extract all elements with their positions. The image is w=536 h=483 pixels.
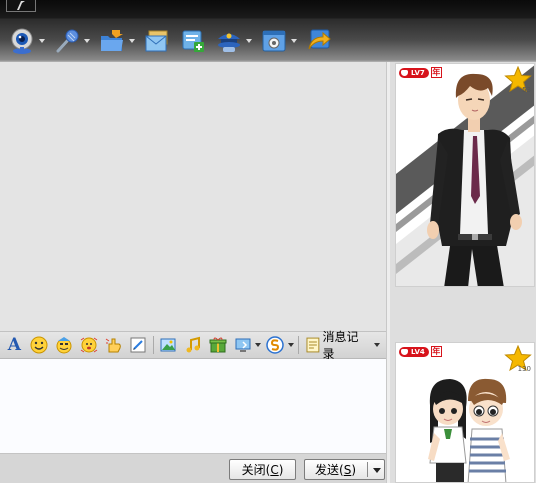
logo-icon <box>17 1 25 10</box>
separator <box>152 336 154 354</box>
screenshot-icon <box>235 338 251 352</box>
create-group-button[interactable] <box>179 24 207 58</box>
police-cap-icon <box>218 33 240 52</box>
chevron-down-icon[interactable] <box>246 39 252 43</box>
scribble-button[interactable] <box>128 335 149 356</box>
avatar-illustration <box>396 64 534 286</box>
chevron-down-icon[interactable] <box>254 343 261 347</box>
star-score: 130 <box>517 365 531 373</box>
smiley-icon <box>30 336 48 354</box>
year-badge: 年 <box>430 67 442 78</box>
close-button-label: 关闭 <box>241 463 266 477</box>
folder-icon <box>101 30 123 51</box>
message-display-area[interactable] <box>0 62 386 331</box>
self-avatar[interactable]: LV4 年 130 <box>395 342 535 483</box>
font-icon: A <box>7 335 21 355</box>
screen-capture-button[interactable] <box>232 335 253 356</box>
level-label: LV7 <box>399 67 429 78</box>
history-icon <box>306 337 320 353</box>
video-chat-button[interactable] <box>8 24 45 58</box>
chevron-down-icon[interactable] <box>129 39 135 43</box>
emoticon-button[interactable] <box>29 335 50 356</box>
add-doc-icon <box>182 30 204 52</box>
gift-icon <box>209 337 227 353</box>
window-toolbar <box>0 0 536 62</box>
font-button[interactable]: A <box>4 335 25 356</box>
send-button[interactable]: 发送(S) <box>304 459 385 480</box>
voice-chat-button[interactable] <box>53 24 90 58</box>
close-shortcut: C <box>270 462 279 477</box>
send-shortcut: S <box>343 462 352 477</box>
magic-emoticon-button[interactable] <box>54 335 75 356</box>
pen-icon <box>130 337 146 353</box>
send-button-label: 发送 <box>315 463 340 477</box>
soso-button[interactable] <box>265 335 286 356</box>
app-button[interactable] <box>215 24 252 58</box>
chevron-down-icon[interactable] <box>291 39 297 43</box>
message-history-button[interactable]: 消息记录 <box>303 330 386 361</box>
chevron-down-icon[interactable] <box>84 39 90 43</box>
format-toolbar: A 消息记录 <box>0 330 386 361</box>
magic-face-icon <box>56 337 72 354</box>
chevron-down-icon[interactable] <box>373 343 380 347</box>
music-button[interactable] <box>183 335 204 356</box>
send-image-button[interactable] <box>158 335 179 356</box>
level-label: LV4 <box>399 346 429 357</box>
nudge-button[interactable] <box>103 335 124 356</box>
app-logo <box>6 0 36 12</box>
chevron-down-icon[interactable] <box>287 343 294 347</box>
hand-icon <box>105 338 121 353</box>
mail-icon <box>145 30 168 52</box>
shake-button[interactable] <box>78 335 99 356</box>
message-input[interactable] <box>0 359 386 453</box>
avatar-panel: LV7 年 53 LV4 年 130 <box>390 62 536 483</box>
level-badge: LV4 年 <box>399 346 442 357</box>
transfer-icon <box>308 29 331 50</box>
separator <box>367 462 368 477</box>
year-badge: 年 <box>430 346 442 357</box>
chevron-down-icon[interactable] <box>39 39 45 43</box>
level-badge: LV7 年 <box>399 67 442 78</box>
settings-button[interactable] <box>260 24 297 58</box>
star-score: 53 <box>522 86 531 94</box>
webcam-icon <box>11 28 33 54</box>
send-message-button[interactable] <box>143 24 171 58</box>
close-button[interactable]: 关闭(C) <box>229 459 296 480</box>
contact-avatar[interactable]: LV7 年 53 <box>395 63 535 287</box>
microphone-icon <box>56 29 79 53</box>
transfer-button[interactable] <box>305 24 333 58</box>
music-icon <box>186 336 200 353</box>
send-file-button[interactable] <box>98 24 135 58</box>
image-icon <box>160 338 176 352</box>
settings-icon <box>262 30 286 52</box>
send-options-dropdown[interactable] <box>373 468 381 473</box>
separator <box>297 336 299 354</box>
soso-icon <box>266 336 285 354</box>
message-history-label: 消息记录 <box>322 330 359 361</box>
bottom-bar: 关闭(C) 发送(S) <box>0 453 386 483</box>
main-toolbar <box>8 24 341 58</box>
gift-button[interactable] <box>207 335 228 356</box>
shake-face-icon <box>80 337 98 353</box>
